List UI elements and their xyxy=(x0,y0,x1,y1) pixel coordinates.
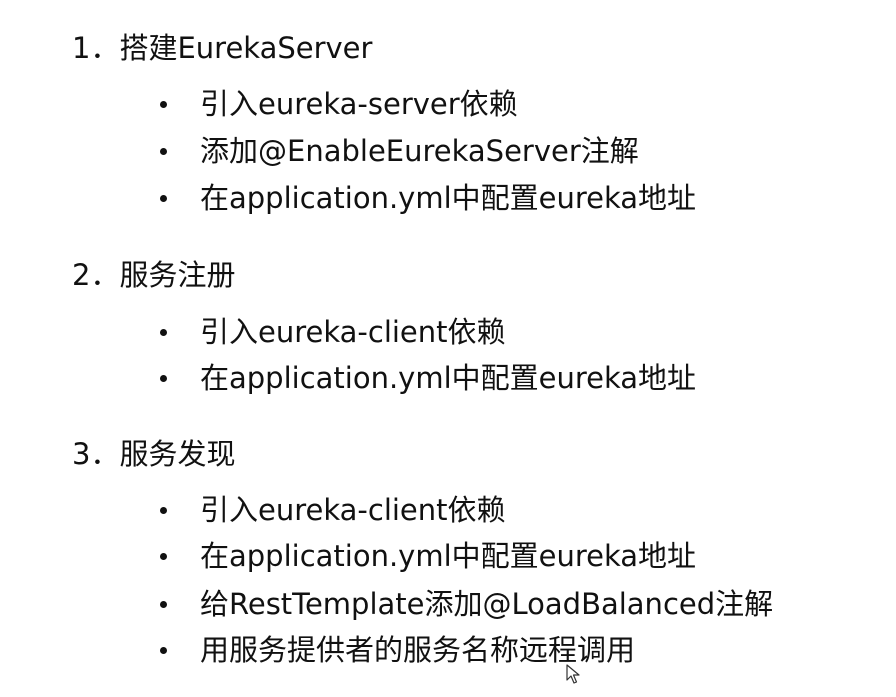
bullet-dot-icon xyxy=(160,329,167,336)
bullet-dot-icon xyxy=(160,101,167,108)
bullet-text: 引入eureka-client依赖 xyxy=(200,315,506,349)
bullet-dot-icon xyxy=(160,601,167,608)
bullet-text: 给RestTemplate添加@LoadBalanced注解 xyxy=(200,587,774,621)
bullet-dot-icon xyxy=(160,507,167,514)
bullet-text: 用服务提供者的服务名称远程调用 xyxy=(200,633,636,667)
section-title-3: 3．服务发现 xyxy=(72,437,236,471)
section-title-1: 1．搭建EurekaServer xyxy=(72,31,373,65)
slide-content: 1．搭建EurekaServer 引入eureka-server依赖 添加@En… xyxy=(0,0,896,697)
bullet-dot-icon xyxy=(160,148,167,155)
mouse-pointer-icon xyxy=(566,664,580,684)
bullet-text: 在application.yml中配置eureka地址 xyxy=(200,361,697,395)
bullet-text: 在application.yml中配置eureka地址 xyxy=(200,181,697,215)
bullet-dot-icon xyxy=(160,195,167,202)
bullet-dot-icon xyxy=(160,375,167,382)
bullet-text: 在application.yml中配置eureka地址 xyxy=(200,539,697,573)
bullet-text: 添加@EnableEurekaServer注解 xyxy=(200,134,639,168)
bullet-text: 引入eureka-client依赖 xyxy=(200,493,506,527)
bullet-text: 引入eureka-server依赖 xyxy=(200,87,518,121)
section-title-2: 2．服务注册 xyxy=(72,258,236,292)
bullet-dot-icon xyxy=(160,553,167,560)
bullet-dot-icon xyxy=(160,647,167,654)
